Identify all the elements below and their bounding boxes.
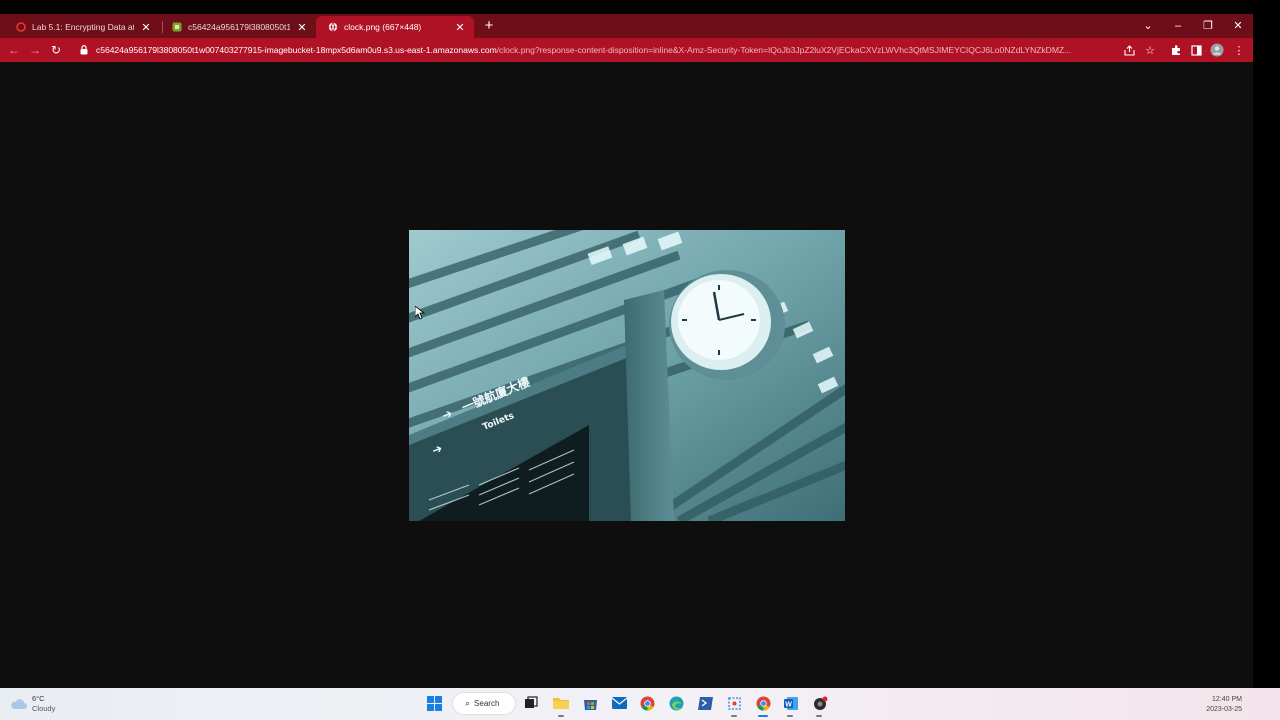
s3-bucket-icon: [172, 22, 182, 32]
close-window-button[interactable]: ✕: [1228, 16, 1248, 36]
taskbar-search-box[interactable]: ⌕ Search: [453, 693, 515, 714]
tab-bucket[interactable]: c56424a956179l3808050t1w007403 ✕: [160, 16, 316, 38]
microsoft-store-icon[interactable]: [581, 694, 599, 712]
running-indicator: [731, 715, 737, 717]
tab-clock-png[interactable]: clock.png (667×448) ✕: [316, 16, 474, 38]
mouse-cursor-icon: [415, 306, 425, 320]
powershell-icon[interactable]: [696, 694, 714, 712]
chrome-active-icon[interactable]: [754, 694, 772, 712]
share-icon[interactable]: [1121, 42, 1137, 58]
extensions-puzzle-icon[interactable]: [1168, 42, 1184, 58]
new-tab-button[interactable]: +: [481, 17, 497, 35]
side-panel-icon[interactable]: [1188, 42, 1204, 58]
profile-avatar-icon[interactable]: [1209, 42, 1225, 58]
lock-icon: [78, 44, 90, 56]
clock-date: 2023-03-25: [1206, 706, 1242, 713]
tab-lab[interactable]: Lab 5.1: Encrypting Data at Rest u ✕: [4, 16, 160, 38]
close-tab-icon[interactable]: ✕: [454, 21, 466, 34]
search-label: Search: [474, 699, 500, 708]
browser-window: Lab 5.1: Encrypting Data at Rest u ✕ c56…: [0, 14, 1253, 688]
forward-arrow-icon[interactable]: →: [26, 41, 44, 59]
weather-widget[interactable]: 6°C Cloudy: [10, 694, 55, 714]
clock-time: 12:40 PM: [1212, 696, 1242, 703]
browser-toolbar: ← → ↻ c56424a956179l3808050t1w0074032779…: [0, 38, 1253, 62]
close-tab-icon[interactable]: ✕: [296, 21, 308, 34]
globe-icon: [328, 22, 338, 32]
tab-title: clock.png (667×448): [344, 22, 422, 32]
chrome-icon[interactable]: [638, 694, 656, 712]
recording-app-icon[interactable]: [811, 694, 829, 712]
svg-text:W: W: [785, 701, 792, 708]
weather-temp: 6°C: [32, 694, 45, 703]
lab-icon: [16, 22, 26, 32]
tab-title: c56424a956179l3808050t1w007403: [188, 22, 290, 32]
snipping-tool-icon[interactable]: [725, 694, 743, 712]
windows-start-icon[interactable]: [425, 694, 443, 712]
airport-clock-photo: ➔ 一號航廈大樓 ➔ Toilets: [387, 215, 862, 526]
tab-title: Lab 5.1: Encrypting Data at Rest u: [32, 22, 134, 32]
mail-icon[interactable]: [610, 694, 628, 712]
windows-taskbar: 6°C Cloudy ⌕ Search W 12:40 PM 2023-03-2…: [0, 688, 1280, 720]
minimize-button[interactable]: –: [1168, 16, 1188, 36]
system-clock[interactable]: 12:40 PM 2023-03-25: [1206, 695, 1242, 715]
running-indicator: [558, 715, 564, 717]
restore-button[interactable]: ❐: [1198, 16, 1218, 36]
word-icon[interactable]: W: [782, 694, 800, 712]
running-indicator: [787, 715, 793, 717]
url-path: /clock.png?response-content-disposition=…: [496, 45, 1072, 55]
weather-condition: Cloudy: [32, 704, 56, 713]
edge-icon[interactable]: [667, 694, 685, 712]
running-indicator: [816, 715, 822, 717]
file-explorer-icon[interactable]: [552, 694, 570, 712]
menu-dots-icon[interactable]: ⋮: [1231, 42, 1247, 58]
image-viewer: ➔ 一號航廈大樓 ➔ Toilets: [0, 62, 1253, 688]
cloud-icon: [11, 699, 27, 709]
task-view-icon[interactable]: [522, 694, 540, 712]
tab-search-chevron-icon[interactable]: ⌄: [1138, 16, 1158, 36]
back-arrow-icon[interactable]: ←: [5, 41, 23, 59]
screen: Lab 5.1: Encrypting Data at Rest u ✕ c56…: [0, 0, 1280, 720]
url-text: c56424a956179l3808050t1w007403277915-ima…: [96, 45, 1126, 55]
close-tab-icon[interactable]: ✕: [140, 21, 152, 34]
tab-strip: Lab 5.1: Encrypting Data at Rest u ✕ c56…: [0, 14, 1253, 38]
bookmark-star-icon[interactable]: ☆: [1142, 42, 1158, 58]
search-icon: ⌕: [465, 698, 471, 708]
active-indicator: [758, 715, 768, 717]
reload-icon[interactable]: ↻: [47, 41, 65, 59]
address-bar[interactable]: c56424a956179l3808050t1w007403277915-ima…: [72, 40, 1144, 60]
url-host: c56424a956179l3808050t1w007403277915-ima…: [96, 45, 497, 55]
